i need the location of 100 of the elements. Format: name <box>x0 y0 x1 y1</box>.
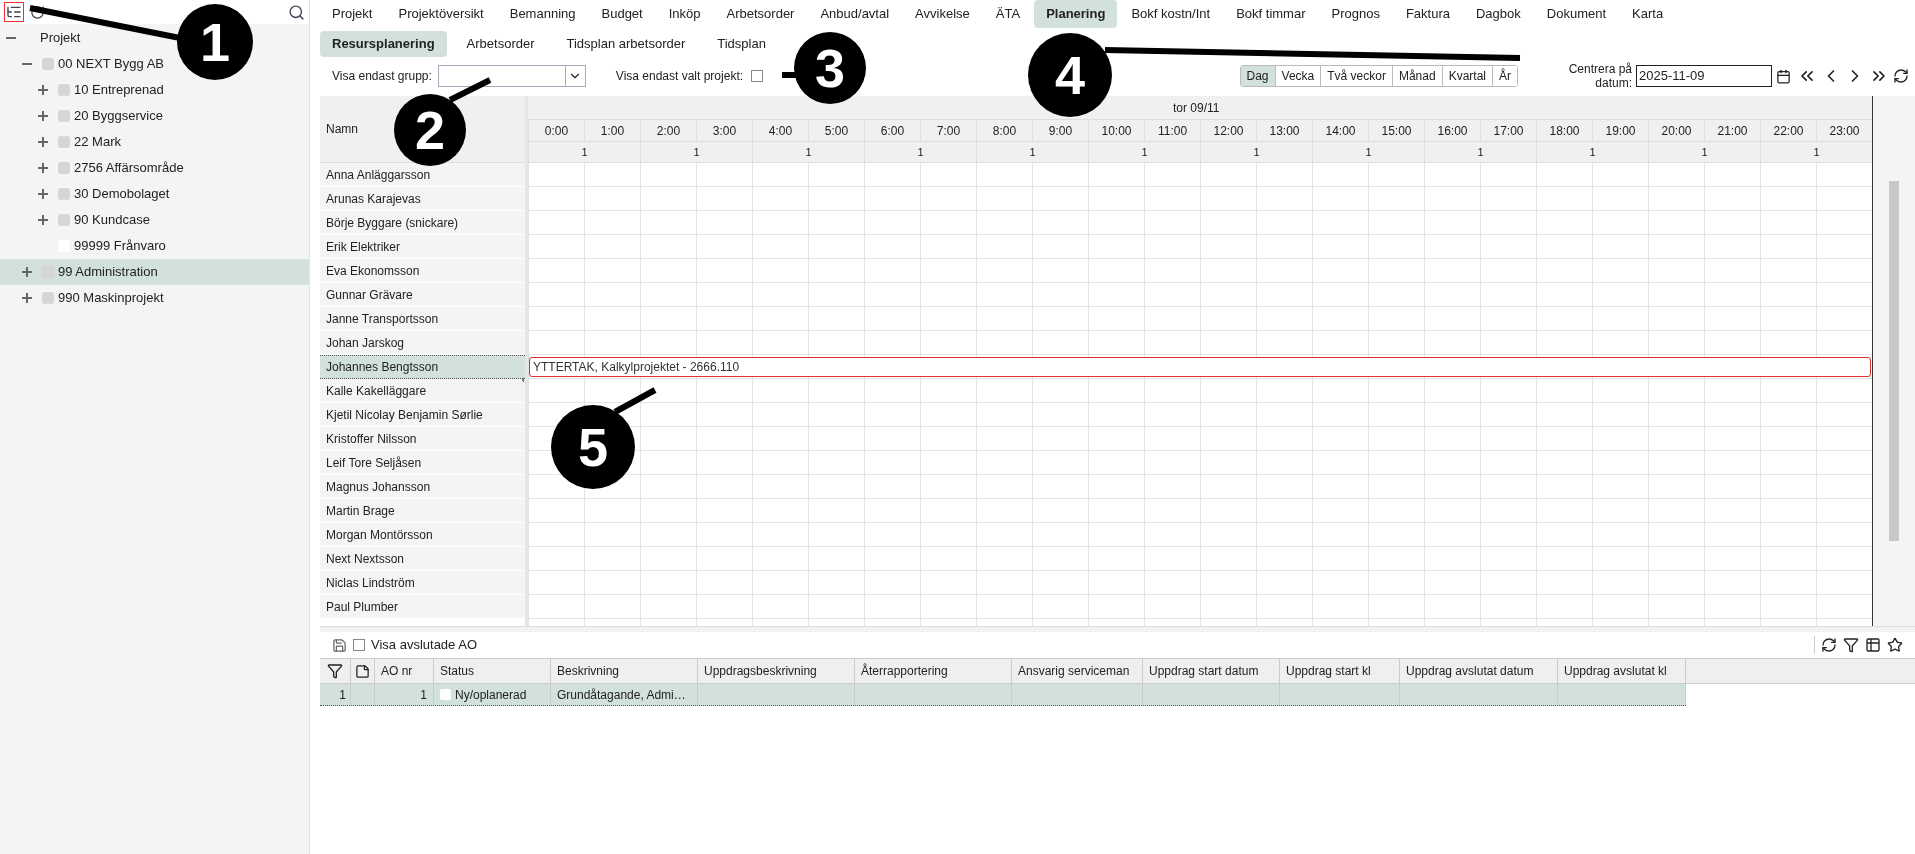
tree-item[interactable]: 99 Administration <box>0 259 309 285</box>
group-dropdown[interactable] <box>437 65 586 87</box>
resource-name[interactable]: Kalle Kakelläggare <box>320 379 525 403</box>
checkbox[interactable] <box>353 639 365 651</box>
tab[interactable]: Bokf kostn/Int <box>1119 0 1223 28</box>
resource-name[interactable]: Kjetil Nicolay Benjamin Sørlie <box>320 403 525 427</box>
view-button[interactable]: Dag <box>1240 66 1275 86</box>
hour-header: 19:00 <box>1592 119 1648 141</box>
tab[interactable]: Dokument <box>1534 0 1619 28</box>
resource-name[interactable]: Anna Anläggarsson <box>320 163 525 187</box>
date-field[interactable]: 2025-11-09 <box>1636 65 1772 87</box>
tab[interactable]: Faktura <box>1393 0 1462 28</box>
resource-name[interactable]: Johan Jarskog <box>320 331 525 355</box>
resource-name[interactable]: Arunas Karajevas <box>320 187 525 211</box>
resource-name[interactable]: Martin Brage <box>320 499 525 523</box>
tree-item[interactable]: Projekt <box>0 25 85 51</box>
tab[interactable]: Budget <box>589 0 655 28</box>
tree-view-icon[interactable] <box>4 2 24 22</box>
tree-checkbox[interactable] <box>58 188 70 200</box>
tree-item[interactable]: 2756 Affärsområde <box>0 155 188 181</box>
collapse-handle-icon[interactable] <box>519 376 527 384</box>
column-header[interactable]: Beskrivning <box>551 659 698 683</box>
column-header[interactable]: Uppdrag start datum <box>1143 659 1280 683</box>
callout-marker: 3 <box>794 32 866 104</box>
hour-header: 0:00 <box>528 119 584 141</box>
resource-name[interactable]: Leif Tore Seljåsen <box>320 451 525 475</box>
tree-item[interactable]: 99999 Frånvaro <box>0 233 170 259</box>
hour-header: 20:00 <box>1648 119 1704 141</box>
column-header[interactable]: Uppdragsbeskrivning <box>698 659 855 683</box>
resource-name[interactable]: Niclas Lindström <box>320 571 525 595</box>
sub-tab[interactable]: Tidsplan <box>705 31 778 57</box>
scrollbar-thumb[interactable] <box>1889 181 1899 541</box>
tab[interactable]: Planering <box>1034 0 1118 28</box>
tab[interactable]: Inköp <box>656 0 713 28</box>
booking-bar[interactable]: YTTERTAK, Kalkylprojektet - 2666.110 <box>529 357 1871 377</box>
star-icon[interactable] <box>1887 637 1903 653</box>
tab[interactable]: Prognos <box>1319 0 1392 28</box>
tree-item[interactable]: 00 NEXT Bygg AB <box>0 51 168 77</box>
tab[interactable]: Bemanning <box>497 0 588 28</box>
tree-item[interactable]: 990 Maskinprojekt <box>0 285 168 311</box>
resource-name[interactable]: Morgan Montörsson <box>320 523 525 547</box>
table-icon[interactable] <box>1865 637 1881 653</box>
tree-checkbox[interactable] <box>58 84 70 96</box>
tab[interactable]: Bokf timmar <box>1224 0 1318 28</box>
tree-item[interactable]: 22 Mark <box>0 129 125 155</box>
resource-name[interactable]: Magnus Johansson <box>320 475 525 499</box>
tree-checkbox[interactable] <box>58 214 70 226</box>
tree-item[interactable]: 20 Byggservice <box>0 103 167 129</box>
column-header[interactable]: Uppdrag avslutat kl <box>1558 659 1686 683</box>
column-header[interactable]: Återrapportering <box>855 659 1012 683</box>
resource-name[interactable]: Börje Byggare (snickare) <box>320 211 525 235</box>
filter-icon[interactable] <box>327 663 343 679</box>
resource-name[interactable]: Next Nextsson <box>320 547 525 571</box>
resource-name[interactable]: Paul Plumber <box>320 595 525 619</box>
hour-header: 7:00 <box>920 119 976 141</box>
resource-name[interactable]: Eva Ekonomsson <box>320 259 525 283</box>
table-row[interactable]: 1 1 Ny/oplanerad Grundåtagande, Admi… <box>320 684 1686 706</box>
resource-name[interactable]: Gunnar Grävare <box>320 283 525 307</box>
search-icon[interactable] <box>288 3 305 21</box>
tree-checkbox[interactable] <box>58 110 70 122</box>
checkbox[interactable] <box>751 70 764 82</box>
tree-checkbox[interactable] <box>58 162 70 174</box>
tab[interactable]: Projekt <box>320 0 385 28</box>
refresh-icon[interactable] <box>1821 637 1837 653</box>
tree-checkbox[interactable] <box>42 58 54 70</box>
tab[interactable]: ÄTA <box>983 0 1033 28</box>
count-cell: 1 <box>1536 141 1648 162</box>
hour-header: 22:00 <box>1760 119 1816 141</box>
tree-item[interactable]: 10 Entreprenad <box>0 77 168 103</box>
filter-icon[interactable] <box>1843 637 1859 653</box>
status-icon <box>440 689 451 700</box>
tab[interactable]: Arbetsorder <box>714 0 807 28</box>
tab[interactable]: Karta <box>1620 0 1676 28</box>
refresh-icon[interactable] <box>1893 68 1909 84</box>
tree-item[interactable]: 90 Kundcase <box>0 207 154 233</box>
resource-name[interactable]: Kristoffer Nilsson <box>320 427 525 451</box>
resource-name[interactable]: Janne Transportsson <box>320 307 525 331</box>
refresh-icon[interactable] <box>30 4 45 20</box>
tab[interactable]: Avvikelse <box>903 0 982 28</box>
sub-tab[interactable]: Resursplanering <box>320 31 447 57</box>
calendar-icon[interactable] <box>1776 68 1791 84</box>
table-cell-text: Ny/oplanerad <box>455 686 527 704</box>
column-header[interactable]: Status <box>434 659 551 683</box>
tree-item[interactable]: 30 Demobolaget <box>0 181 174 207</box>
view-button[interactable]: År <box>1492 66 1517 86</box>
tree-label: 10 Entreprenad <box>74 81 164 100</box>
tree-checkbox[interactable] <box>58 136 70 148</box>
sub-tab[interactable]: Arbetsorder <box>454 31 547 57</box>
resource-name[interactable]: Johannes Bengtsson <box>320 355 525 379</box>
tab[interactable]: Projektöversikt <box>386 0 496 28</box>
column-header[interactable]: Ansvarig serviceman <box>1012 659 1143 683</box>
column-header[interactable]: Uppdrag start kl <box>1280 659 1400 683</box>
save-icon[interactable] <box>332 637 347 653</box>
column-header[interactable]: Uppdrag avslutat datum <box>1400 659 1558 683</box>
tab[interactable]: Dagbok <box>1464 0 1533 28</box>
sub-tab[interactable]: Tidsplan arbetsorder <box>554 31 698 57</box>
column-header[interactable]: AO nr <box>375 659 434 683</box>
resource-name[interactable]: Erik Elektriker <box>320 235 525 259</box>
tab[interactable]: Anbud/avtal <box>808 0 902 28</box>
tree-checkbox[interactable] <box>42 292 54 304</box>
